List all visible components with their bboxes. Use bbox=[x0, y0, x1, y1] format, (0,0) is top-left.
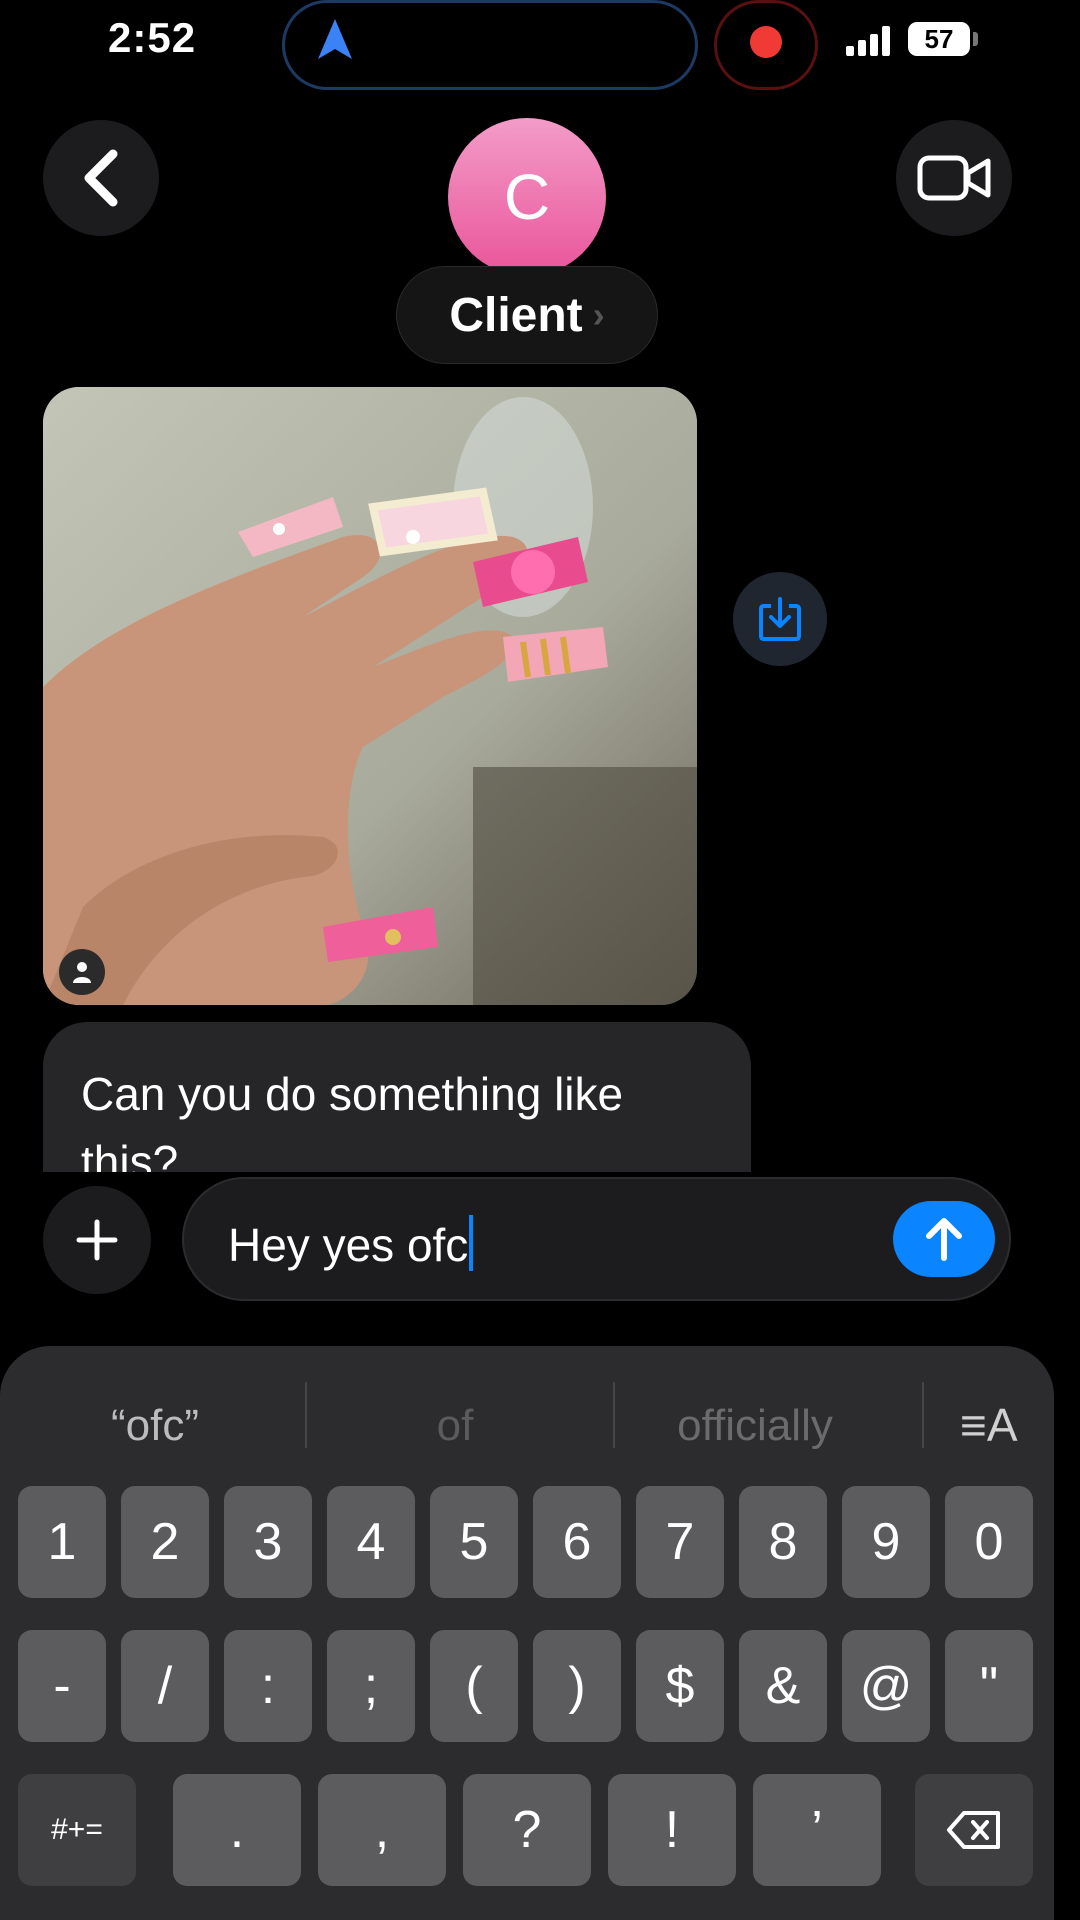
key-close-paren[interactable]: ) bbox=[533, 1630, 621, 1742]
plus-icon bbox=[76, 1219, 118, 1261]
key-apostrophe[interactable]: ’ bbox=[753, 1774, 881, 1886]
person-icon bbox=[59, 949, 105, 995]
key-ampersand[interactable]: & bbox=[739, 1630, 827, 1742]
back-button[interactable] bbox=[43, 120, 159, 236]
save-to-photos-icon bbox=[759, 597, 801, 641]
text-caret bbox=[469, 1215, 474, 1271]
status-time: 2:52 bbox=[108, 14, 197, 61]
suggestion-divider bbox=[613, 1382, 615, 1448]
key-dollar[interactable]: $ bbox=[636, 1630, 724, 1742]
key-colon[interactable]: : bbox=[224, 1630, 312, 1742]
key-at[interactable]: @ bbox=[842, 1630, 930, 1742]
key-question[interactable]: ? bbox=[463, 1774, 591, 1886]
key-period[interactable]: . bbox=[173, 1774, 301, 1886]
received-message-bubble[interactable]: Can you do something like this? bbox=[43, 1022, 751, 1172]
video-call-button[interactable] bbox=[896, 120, 1012, 236]
message-input-text[interactable]: Hey yes ofc bbox=[228, 1215, 474, 1272]
key-exclamation[interactable]: ! bbox=[608, 1774, 736, 1886]
key-quote[interactable]: " bbox=[945, 1630, 1033, 1742]
key-hyphen[interactable]: - bbox=[18, 1630, 106, 1742]
cellular-signal-icon bbox=[846, 26, 896, 56]
key-open-paren[interactable]: ( bbox=[430, 1630, 518, 1742]
save-to-photos-button[interactable] bbox=[733, 572, 827, 666]
chevron-right-icon: › bbox=[592, 294, 605, 335]
location-arrow-icon bbox=[318, 19, 352, 59]
key-comma[interactable]: , bbox=[318, 1774, 446, 1886]
contact-avatar[interactable]: C bbox=[448, 118, 606, 276]
message-input[interactable]: Hey yes ofc bbox=[182, 1177, 1011, 1301]
keyboard: “ofc” of officially ≡A 1 2 3 4 5 6 7 8 9… bbox=[0, 1346, 1054, 1920]
key-4[interactable]: 4 bbox=[327, 1486, 415, 1598]
backspace-icon bbox=[947, 1811, 1000, 1849]
battery-nub bbox=[973, 32, 978, 46]
key-9[interactable]: 9 bbox=[842, 1486, 930, 1598]
video-camera-icon bbox=[917, 155, 991, 201]
key-1[interactable]: 1 bbox=[18, 1486, 106, 1598]
suggestion-divider bbox=[305, 1382, 307, 1448]
key-semicolon[interactable]: ; bbox=[327, 1630, 415, 1742]
contact-name: Client bbox=[449, 288, 583, 342]
key-0[interactable]: 0 bbox=[945, 1486, 1033, 1598]
suggestion-1[interactable]: “ofc” bbox=[60, 1394, 250, 1458]
key-2[interactable]: 2 bbox=[121, 1486, 209, 1598]
message-text: Can you do something like this? bbox=[81, 1068, 624, 1172]
suggestion-2[interactable]: of bbox=[380, 1394, 530, 1458]
suggestion-3[interactable]: officially bbox=[640, 1394, 870, 1458]
key-8[interactable]: 8 bbox=[739, 1486, 827, 1598]
key-3[interactable]: 3 bbox=[224, 1486, 312, 1598]
delete-key[interactable] bbox=[915, 1774, 1033, 1886]
key-7[interactable]: 7 bbox=[636, 1486, 724, 1598]
battery-indicator: 57 bbox=[908, 22, 970, 56]
add-attachment-button[interactable] bbox=[43, 1186, 151, 1294]
suggestion-divider bbox=[922, 1382, 924, 1448]
contact-name-button[interactable]: Client › bbox=[396, 266, 658, 364]
text-format-button[interactable]: ≡A bbox=[960, 1398, 1018, 1452]
send-button[interactable] bbox=[893, 1201, 995, 1277]
key-5[interactable]: 5 bbox=[430, 1486, 518, 1598]
key-slash[interactable]: / bbox=[121, 1630, 209, 1742]
arrow-up-icon bbox=[926, 1218, 962, 1261]
recording-dot-icon bbox=[750, 26, 782, 58]
key-more-symbols[interactable]: #+= bbox=[18, 1774, 136, 1886]
key-6[interactable]: 6 bbox=[533, 1486, 621, 1598]
nail-photo-image bbox=[43, 387, 697, 1005]
photo-attachment[interactable] bbox=[43, 387, 697, 1005]
chevron-left-icon bbox=[84, 149, 118, 207]
